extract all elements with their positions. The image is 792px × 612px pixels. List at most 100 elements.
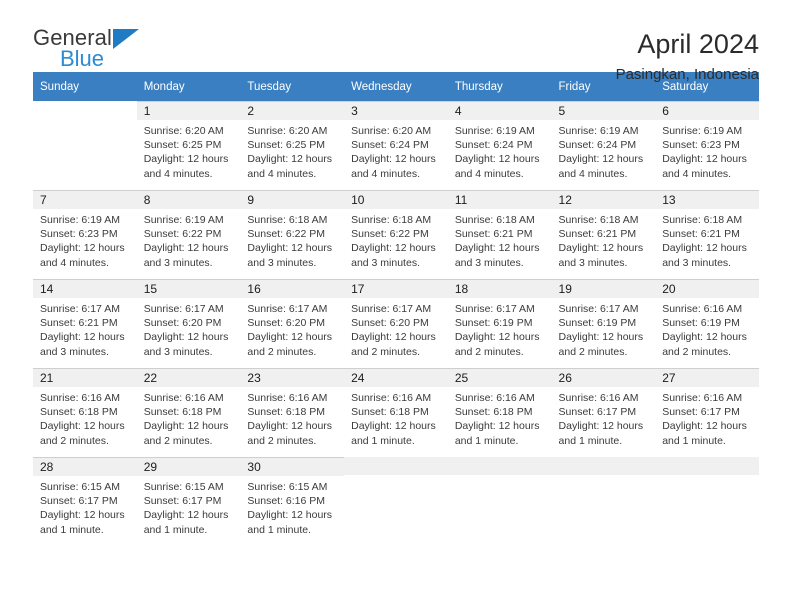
daylight-text-line2: and 4 minutes. xyxy=(662,167,732,180)
calendar-day-cell[interactable]: 23 Sunrise: 6:16 AM Sunset: 6:18 PM Dayligh… xyxy=(240,368,345,457)
calendar-day-cell[interactable]: 22 Sunrise: 6:16 AM Sunset: 6:18 PM Dayligh… xyxy=(136,368,241,457)
sunrise-text: Sunrise: 6:16 AM xyxy=(558,392,639,404)
calendar-day-cell[interactable]: 27 Sunrise: 6:16 AM Sunset: 6:17 PM Dayligh… xyxy=(655,368,759,457)
sunset-text: Sunset: 6:17 PM xyxy=(662,406,740,419)
sunset-text: Sunset: 6:22 PM xyxy=(351,228,429,241)
daylight-text-line2: and 1 minute. xyxy=(454,434,519,447)
calendar-day-cell[interactable]: 5 Sunrise: 6:19 AM Sunset: 6:24 PM Daylight… xyxy=(551,101,656,190)
general-blue-logo[interactable]: General Blue xyxy=(33,26,163,74)
day-details: Sunrise: 6:19 AM Sunset: 6:22 PM Daylight:… xyxy=(137,209,241,270)
daylight-text-line2: and 2 minutes. xyxy=(662,345,732,358)
sunset-text: Sunset: 6:17 PM xyxy=(558,406,637,419)
calendar-day-cell[interactable]: 30 Sunrise: 6:15 AM Sunset: 6:16 PM Dayligh… xyxy=(240,457,345,546)
daylight-text-line2: and 4 minutes. xyxy=(247,167,317,180)
sunset-text: Sunset: 6:18 PM xyxy=(40,406,118,419)
day-number: 20 xyxy=(655,280,759,298)
day-number: 18 xyxy=(447,280,552,298)
daylight-text-line1: Daylight: 12 hours xyxy=(247,153,333,166)
day-number xyxy=(551,457,656,475)
daylight-text-line1: Daylight: 12 hours xyxy=(351,153,436,166)
calendar-day-cell[interactable]: 18 Sunrise: 6:17 AM Sunset: 6:19 PM Dayligh… xyxy=(447,279,552,368)
day-details: Sunrise: 6:19 AM Sunset: 6:23 PM Daylight:… xyxy=(655,120,759,181)
sunset-text: Sunset: 6:23 PM xyxy=(40,228,118,241)
calendar-day-cell[interactable]: 6 Sunrise: 6:19 AM Sunset: 6:23 PM Daylight… xyxy=(655,101,759,190)
day-details: Sunrise: 6:19 AM Sunset: 6:24 PM Daylight:… xyxy=(552,120,656,181)
day-details: Sunrise: 6:16 AM Sunset: 6:18 PM Daylight:… xyxy=(344,387,448,448)
daylight-text-line1: Daylight: 12 hours xyxy=(247,420,333,433)
sunset-text: Sunset: 6:21 PM xyxy=(662,228,740,241)
sunrise-text: Sunrise: 6:16 AM xyxy=(40,392,120,404)
weekday-header-tuesday: Tuesday xyxy=(240,72,345,101)
day-number: 8 xyxy=(136,191,241,209)
calendar-day-cell[interactable]: 15 Sunrise: 6:17 AM Sunset: 6:20 PM Dayligh… xyxy=(136,279,241,368)
calendar-day-cell[interactable]: 21 Sunrise: 6:16 AM Sunset: 6:18 PM Dayligh… xyxy=(33,368,137,457)
calendar-day-cell[interactable]: 14 Sunrise: 6:17 AM Sunset: 6:21 PM Dayligh… xyxy=(33,279,137,368)
calendar-day-cell[interactable]: 2 Sunrise: 6:20 AM Sunset: 6:25 PM Daylight… xyxy=(240,101,345,190)
calendar-week-row: 21 Sunrise: 6:16 AM Sunset: 6:18 PM Dayligh… xyxy=(33,368,759,457)
calendar-day-cell[interactable]: 11 Sunrise: 6:18 AM Sunset: 6:21 PM Dayligh… xyxy=(447,190,552,279)
calendar-day-cell[interactable]: 29 Sunrise: 6:15 AM Sunset: 6:17 PM Dayligh… xyxy=(136,457,241,546)
sunset-text: Sunset: 6:21 PM xyxy=(558,228,637,241)
daylight-text-line2: and 2 minutes. xyxy=(247,434,317,447)
calendar-day-cell[interactable]: 17 Sunrise: 6:17 AM Sunset: 6:20 PM Dayligh… xyxy=(344,279,448,368)
calendar-day-cell[interactable]: 8 Sunrise: 6:19 AM Sunset: 6:22 PM Daylight… xyxy=(136,190,241,279)
day-details: Sunrise: 6:18 AM Sunset: 6:21 PM Daylight:… xyxy=(655,209,759,270)
calendar-day-cell[interactable]: 12 Sunrise: 6:18 AM Sunset: 6:21 PM Dayligh… xyxy=(551,190,656,279)
daylight-text-line2: and 3 minutes. xyxy=(247,256,317,269)
sunrise-text: Sunrise: 6:16 AM xyxy=(351,392,432,404)
day-number: 27 xyxy=(655,369,759,387)
daylight-text-line1: Daylight: 12 hours xyxy=(662,420,747,433)
sunrise-text: Sunrise: 6:19 AM xyxy=(454,125,535,137)
day-number: 5 xyxy=(551,102,656,120)
calendar-day-cell[interactable]: 25 Sunrise: 6:16 AM Sunset: 6:18 PM Dayligh… xyxy=(447,368,552,457)
calendar-day-cell[interactable]: 10 Sunrise: 6:18 AM Sunset: 6:22 PM Dayligh… xyxy=(344,190,448,279)
day-number: 30 xyxy=(240,458,345,476)
daylight-text-line2: and 1 minute. xyxy=(662,434,726,447)
day-number: 25 xyxy=(447,369,552,387)
calendar-day-cell[interactable]: 13 Sunrise: 6:18 AM Sunset: 6:21 PM Dayligh… xyxy=(655,190,759,279)
daylight-text-line2: and 3 minutes. xyxy=(143,345,213,358)
page-header: General Blue April 2024 Pasingkan, Indon… xyxy=(33,0,759,84)
day-number: 10 xyxy=(344,191,448,209)
daylight-text-line1: Daylight: 12 hours xyxy=(143,420,229,433)
day-number: 29 xyxy=(136,458,241,476)
daylight-text-line2: and 3 minutes. xyxy=(454,256,524,269)
sunset-text: Sunset: 6:18 PM xyxy=(247,406,326,419)
calendar-day-cell[interactable]: 28 Sunrise: 6:15 AM Sunset: 6:17 PM Dayligh… xyxy=(33,457,137,546)
day-number xyxy=(33,101,137,119)
sunset-text: Sunset: 6:18 PM xyxy=(351,406,429,419)
daylight-text-line1: Daylight: 12 hours xyxy=(454,420,540,433)
daylight-text-line2: and 3 minutes. xyxy=(143,256,213,269)
day-details: Sunrise: 6:20 AM Sunset: 6:25 PM Daylight:… xyxy=(137,120,241,181)
day-number: 19 xyxy=(551,280,656,298)
calendar-day-cell[interactable]: 20 Sunrise: 6:16 AM Sunset: 6:19 PM Dayligh… xyxy=(655,279,759,368)
calendar-day-cell[interactable]: 26 Sunrise: 6:16 AM Sunset: 6:17 PM Dayligh… xyxy=(551,368,656,457)
sunset-text: Sunset: 6:22 PM xyxy=(247,228,326,241)
day-details: Sunrise: 6:18 AM Sunset: 6:22 PM Daylight:… xyxy=(344,209,448,270)
calendar-week-row: 14 Sunrise: 6:17 AM Sunset: 6:21 PM Dayligh… xyxy=(33,279,759,368)
day-number xyxy=(655,457,759,475)
daylight-text-line2: and 2 minutes. xyxy=(558,345,628,358)
day-details: Sunrise: 6:16 AM Sunset: 6:18 PM Daylight:… xyxy=(448,387,552,448)
day-details: Sunrise: 6:15 AM Sunset: 6:16 PM Daylight:… xyxy=(240,476,344,537)
sunrise-text: Sunrise: 6:20 AM xyxy=(351,125,432,137)
calendar-day-cell[interactable]: 9 Sunrise: 6:18 AM Sunset: 6:22 PM Daylight… xyxy=(240,190,345,279)
calendar-day-cell[interactable]: 7 Sunrise: 6:19 AM Sunset: 6:23 PM Daylight… xyxy=(33,190,137,279)
day-number: 1 xyxy=(136,102,241,120)
sunrise-text: Sunrise: 6:17 AM xyxy=(558,303,639,315)
calendar-empty-cell xyxy=(344,457,448,546)
daylight-text-line1: Daylight: 12 hours xyxy=(40,331,125,344)
calendar-week-row: 28 Sunrise: 6:15 AM Sunset: 6:17 PM Dayligh… xyxy=(33,457,759,546)
calendar-day-cell[interactable]: 4 Sunrise: 6:19 AM Sunset: 6:24 PM Daylight… xyxy=(447,101,552,190)
day-number: 11 xyxy=(447,191,552,209)
calendar-day-cell[interactable]: 16 Sunrise: 6:17 AM Sunset: 6:20 PM Dayligh… xyxy=(240,279,345,368)
calendar-day-cell[interactable]: 3 Sunrise: 6:20 AM Sunset: 6:24 PM Daylight… xyxy=(344,101,448,190)
day-number: 7 xyxy=(33,191,137,209)
daylight-text-line1: Daylight: 12 hours xyxy=(351,331,436,344)
calendar-day-cell[interactable]: 1 Sunrise: 6:20 AM Sunset: 6:25 PM Daylight… xyxy=(136,101,241,190)
sunrise-text: Sunrise: 6:16 AM xyxy=(662,303,743,315)
calendar-day-cell[interactable]: 19 Sunrise: 6:17 AM Sunset: 6:19 PM Dayligh… xyxy=(551,279,656,368)
daylight-text-line2: and 4 minutes. xyxy=(351,167,420,180)
day-number: 3 xyxy=(344,102,448,120)
calendar-day-cell[interactable]: 24 Sunrise: 6:16 AM Sunset: 6:18 PM Dayligh… xyxy=(344,368,448,457)
